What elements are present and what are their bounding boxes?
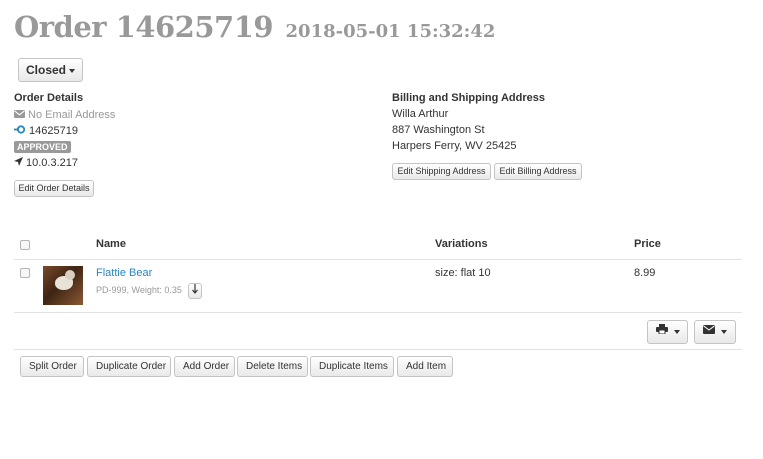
edit-shipping-address-button[interactable]: Edit Shipping Address	[392, 163, 491, 180]
location-arrow-icon	[14, 157, 23, 169]
product-variation: size: flat 10	[435, 267, 491, 279]
print-icon	[655, 321, 668, 343]
caret-down-icon	[673, 330, 680, 334]
split-order-button[interactable]: Split Order	[20, 356, 84, 377]
email-value: No Email Address	[28, 109, 116, 121]
status-badge: APPROVED	[14, 141, 71, 153]
duplicate-order-button[interactable]: Duplicate Order	[87, 356, 171, 377]
status-dropdown-button[interactable]: Closed	[18, 58, 83, 82]
order-details-heading: Order Details	[14, 92, 84, 104]
address-street: 887 Washington St	[392, 124, 485, 136]
download-button[interactable]	[188, 283, 202, 299]
order-id-line: 14625719	[14, 125, 78, 137]
ip-line: 10.0.3.217	[14, 157, 78, 169]
status-label: Closed	[25, 63, 66, 77]
link-icon	[14, 125, 26, 137]
envelope-icon	[14, 109, 25, 121]
product-price: 8.99	[634, 267, 656, 279]
caret-down-icon	[721, 330, 727, 334]
row-checkbox[interactable]	[20, 268, 30, 278]
select-all-checkbox[interactable]	[20, 240, 30, 250]
address-heading: Billing and Shipping Address	[392, 92, 545, 104]
edit-billing-address-button[interactable]: Edit Billing Address	[494, 163, 582, 180]
product-name-link[interactable]: Flattie Bear	[96, 267, 152, 279]
table-divider	[14, 259, 742, 260]
duplicate-items-button[interactable]: Duplicate Items	[310, 356, 394, 377]
download-arrow-icon	[192, 284, 198, 297]
ip-value: 10.0.3.217	[26, 157, 78, 169]
toolbar-divider	[14, 349, 742, 350]
column-header-name: Name	[96, 238, 126, 250]
edit-order-details-button[interactable]: Edit Order Details	[14, 180, 94, 197]
delete-items-button[interactable]: Delete Items	[237, 356, 308, 377]
print-dropdown-button[interactable]	[647, 320, 688, 344]
address-city: Harpers Ferry, WV 25425	[392, 140, 517, 152]
add-order-button[interactable]: Add Order	[174, 356, 235, 377]
address-name: Willa Arthur	[392, 108, 449, 120]
email-dropdown-button[interactable]	[694, 320, 736, 344]
order-title: Order 14625719	[14, 10, 274, 44]
envelope-icon	[703, 321, 715, 343]
order-id-value: 14625719	[29, 125, 78, 137]
table-divider-bottom	[14, 312, 742, 313]
column-header-variations: Variations	[435, 238, 488, 250]
caret-down-icon	[69, 68, 75, 73]
column-header-price: Price	[634, 238, 661, 250]
product-meta: PD-999, Weight: 0.35	[96, 285, 182, 295]
page-title: Order 14625719 2018-05-01 15:32:42	[14, 10, 495, 44]
email-line: No Email Address	[14, 109, 115, 121]
add-item-button[interactable]: Add Item	[397, 356, 453, 377]
product-thumbnail[interactable]	[43, 266, 83, 305]
order-date: 2018-05-01 15:32:42	[285, 21, 496, 42]
